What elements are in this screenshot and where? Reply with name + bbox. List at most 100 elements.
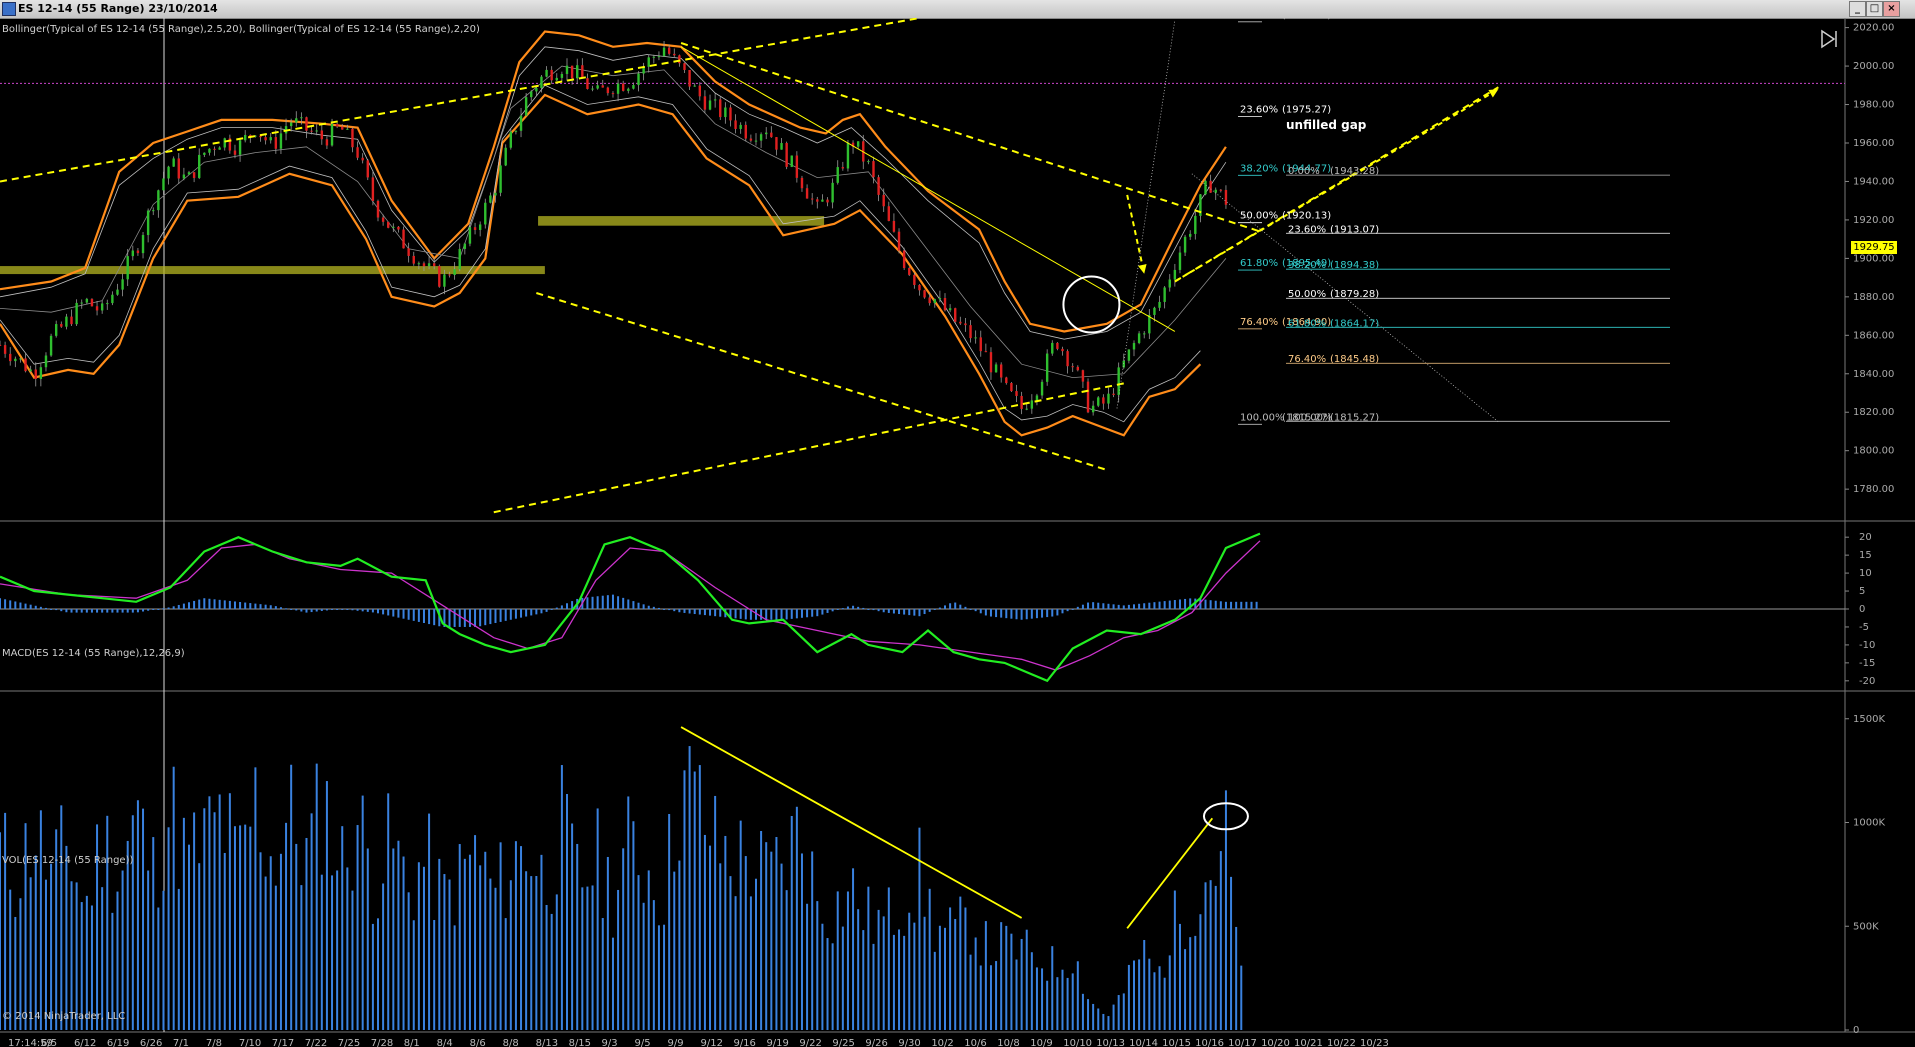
candle — [969, 325, 972, 339]
macd-histogram-bar — [147, 609, 150, 611]
volume-bar — [157, 907, 160, 1030]
candle — [816, 199, 819, 202]
macd-histogram-bar — [371, 609, 374, 613]
macd-histogram-bar — [474, 609, 477, 627]
candle — [999, 364, 1003, 378]
x-tick-label: 6/5 — [41, 1038, 57, 1047]
macd-histogram-bar — [586, 597, 589, 609]
candle — [315, 130, 318, 132]
macd-histogram-bar — [274, 606, 277, 609]
macd-histogram-bar — [887, 609, 890, 613]
candle — [85, 298, 89, 303]
restore-button[interactable]: □ — [1866, 1, 1883, 17]
minimize-button[interactable]: _ — [1849, 1, 1866, 17]
volume-bar — [407, 892, 410, 1030]
macd-histogram-bar — [719, 609, 722, 617]
volume-bar — [560, 765, 563, 1030]
candle — [1107, 393, 1110, 404]
candle — [1045, 353, 1049, 382]
candle — [1143, 333, 1146, 335]
macd-histogram-bar — [279, 607, 282, 609]
macd-histogram-bar — [555, 607, 558, 609]
macd-histogram-bar — [1204, 599, 1207, 609]
volume-bar — [65, 845, 68, 1030]
macd-histogram-bar — [882, 609, 885, 613]
candle — [412, 255, 415, 264]
volume-bar — [928, 888, 931, 1030]
fib-level-label: 76.40% — [1288, 354, 1326, 365]
volume-bar — [647, 870, 650, 1030]
volume-bar — [933, 951, 936, 1030]
macd-histogram-bar — [903, 609, 906, 615]
candle — [1214, 189, 1217, 193]
candle — [494, 192, 497, 196]
candle — [1219, 189, 1223, 191]
macd-histogram-bar — [1178, 599, 1181, 609]
volume-bar — [453, 925, 456, 1030]
macd-histogram-bar — [504, 609, 507, 621]
chart-canvas[interactable]: 2020.00 2000.00 1980.00 1960.00 1940.00 1920.… — [0, 18, 1915, 1047]
macd-histogram-bar — [448, 609, 451, 627]
candle — [325, 139, 329, 146]
candle — [203, 152, 206, 155]
macd-histogram-bar — [560, 605, 563, 609]
x-tick-label: 10/8 — [997, 1038, 1019, 1047]
macd-histogram-bar — [627, 599, 630, 609]
macd-histogram-bar — [458, 609, 461, 627]
candle — [341, 126, 344, 130]
macd-histogram-bar — [341, 609, 344, 610]
volume-bar — [734, 896, 737, 1030]
candle — [233, 150, 237, 155]
candle — [713, 99, 717, 101]
macd-histogram-bar — [121, 609, 124, 613]
macd-histogram-bar — [361, 609, 364, 612]
macd-histogram-bar — [111, 609, 114, 613]
candle — [897, 231, 901, 251]
volume-bar — [1178, 923, 1181, 1030]
volume-bar — [698, 765, 701, 1030]
volume-bar — [995, 961, 998, 1030]
candle — [264, 137, 267, 141]
macd-histogram-bar — [509, 609, 512, 620]
fib-level-label: 23.60% — [1288, 224, 1326, 235]
volume-bar — [295, 843, 298, 1030]
candle — [519, 115, 523, 131]
macd-histogram-bar — [34, 605, 37, 609]
candle — [693, 85, 696, 87]
volume-bar — [984, 921, 987, 1030]
candle — [310, 130, 313, 132]
volume-tick-label: 0 — [1853, 1025, 1859, 1036]
volume-bar — [652, 900, 655, 1030]
macd-histogram-bar — [305, 609, 308, 613]
scroll-to-end-icon[interactable] — [1818, 28, 1840, 50]
volume-bar — [254, 767, 257, 1030]
volume-bar — [1061, 969, 1064, 1030]
volume-bar — [1020, 938, 1023, 1030]
candle — [1091, 405, 1095, 413]
x-tick-label: 7/8 — [206, 1038, 222, 1047]
volume-bar — [770, 851, 773, 1030]
candle — [172, 158, 175, 167]
candle — [438, 266, 441, 287]
macd-histogram-bar — [1158, 601, 1161, 609]
candle — [1178, 252, 1182, 270]
macd-tick-label: -5 — [1859, 622, 1869, 633]
candle — [683, 63, 686, 70]
macd-histogram-bar — [979, 609, 982, 614]
macd-tick-label: 20 — [1859, 532, 1872, 543]
volume-bar — [1051, 946, 1054, 1030]
volume-bar — [749, 896, 752, 1030]
macd-histogram-bar — [162, 608, 165, 610]
candle — [836, 167, 839, 183]
macd-histogram-bar — [44, 607, 47, 609]
volume-bar — [566, 794, 568, 1030]
volume-bar — [167, 827, 170, 1030]
macd-histogram-bar — [397, 609, 400, 618]
close-button[interactable]: × — [1883, 1, 1900, 17]
macd-histogram-bar — [1163, 601, 1166, 609]
volume-bar — [198, 863, 201, 1030]
macd-histogram-bar — [377, 609, 379, 614]
volume-bar — [760, 831, 763, 1030]
volume-bar — [85, 895, 88, 1030]
volume-bar — [387, 793, 390, 1030]
